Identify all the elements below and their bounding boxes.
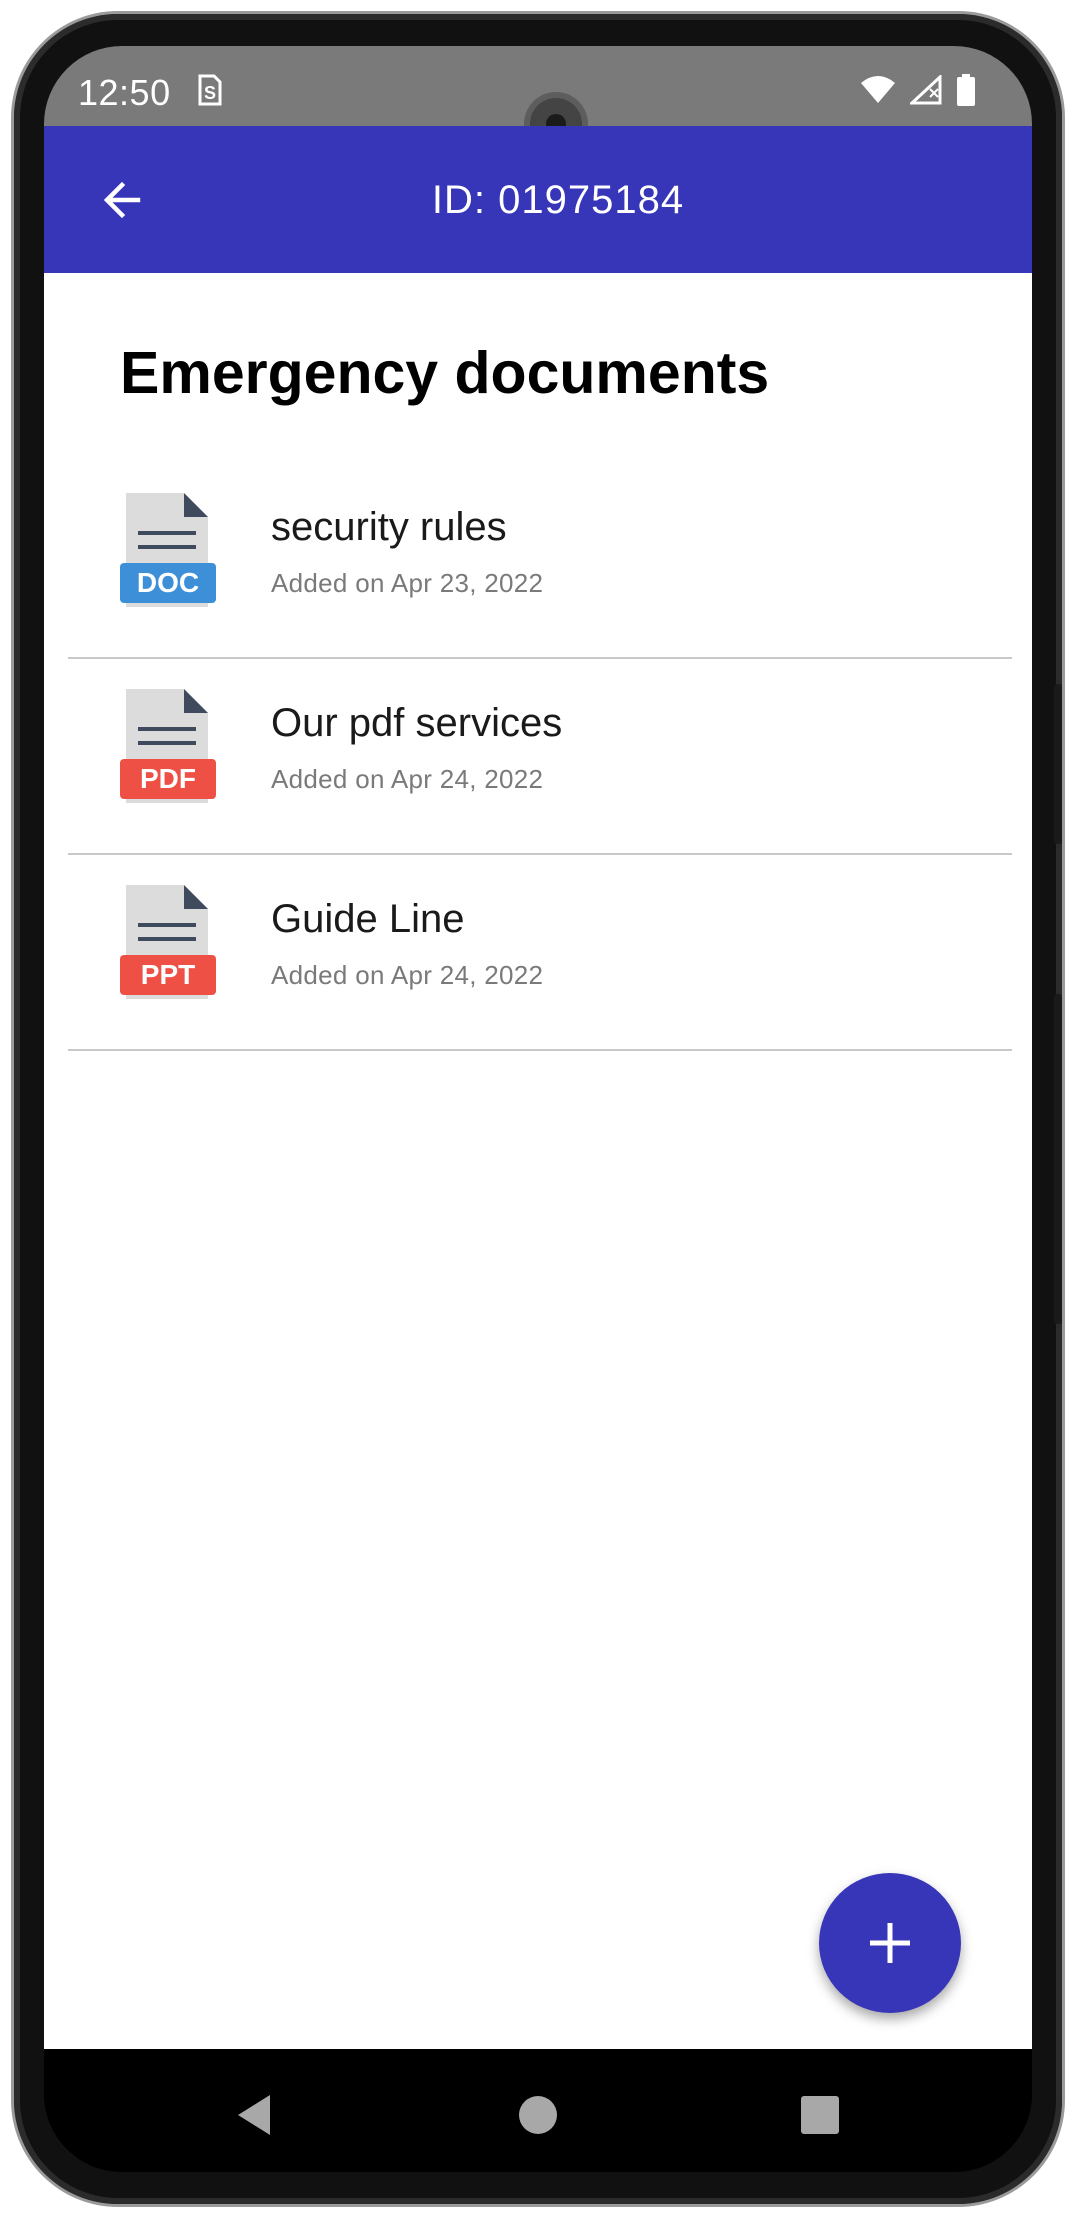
nav-back-button[interactable] xyxy=(224,2085,284,2145)
cell-signal-icon xyxy=(908,73,942,110)
document-name: Our pdf services xyxy=(271,701,563,745)
document-date: Added on Apr 24, 2022 xyxy=(271,960,544,990)
file-type-label: DOC xyxy=(137,567,199,598)
document-name: security rules xyxy=(271,505,507,549)
main-content: Emergency documents DOC security rules A… xyxy=(44,273,1032,2049)
add-document-button[interactable] xyxy=(819,1873,961,2013)
file-type-label: PPT xyxy=(141,959,195,990)
document-list: DOC security rules Added on Apr 23, 2022… xyxy=(68,463,1012,1051)
nav-home-icon xyxy=(519,2096,557,2134)
phone-frame: 12:50 S ID: 01975184 Emergency documents… xyxy=(14,14,1062,2204)
sim-s-icon: S xyxy=(194,74,222,114)
nav-recents-icon xyxy=(801,2096,839,2134)
document-name: Guide Line xyxy=(271,897,465,941)
ppt-file-icon: PPT xyxy=(120,885,216,999)
document-date: Added on Apr 23, 2022 xyxy=(271,568,544,598)
doc-file-icon: DOC xyxy=(120,493,216,607)
document-date: Added on Apr 24, 2022 xyxy=(271,764,544,794)
status-time: 12:50 xyxy=(78,72,171,113)
volume-button xyxy=(1054,684,1062,844)
list-item[interactable]: DOC security rules Added on Apr 23, 2022 xyxy=(68,463,1012,659)
file-type-label: PDF xyxy=(140,763,196,794)
nav-back-icon xyxy=(238,2095,270,2135)
plus-icon xyxy=(870,1923,910,1963)
status-icons xyxy=(860,73,976,111)
list-item[interactable]: PPT Guide Line Added on Apr 24, 2022 xyxy=(68,855,1012,1051)
app-bar: ID: 01975184 xyxy=(44,126,1032,273)
app-bar-title: ID: 01975184 xyxy=(431,178,685,222)
list-item[interactable]: PDF Our pdf services Added on Apr 24, 20… xyxy=(68,659,1012,855)
section-title: Emergency documents xyxy=(120,340,770,406)
svg-text:S: S xyxy=(204,83,216,103)
nav-recents-button[interactable] xyxy=(790,2085,850,2145)
phone-screen: 12:50 S ID: 01975184 Emergency documents… xyxy=(44,46,1032,2172)
pdf-file-icon: PDF xyxy=(120,689,216,803)
wifi-icon xyxy=(860,75,896,110)
system-nav-bar xyxy=(44,2049,1032,2172)
battery-icon xyxy=(956,74,976,111)
power-button xyxy=(1054,994,1062,1324)
nav-home-button[interactable] xyxy=(508,2085,568,2145)
